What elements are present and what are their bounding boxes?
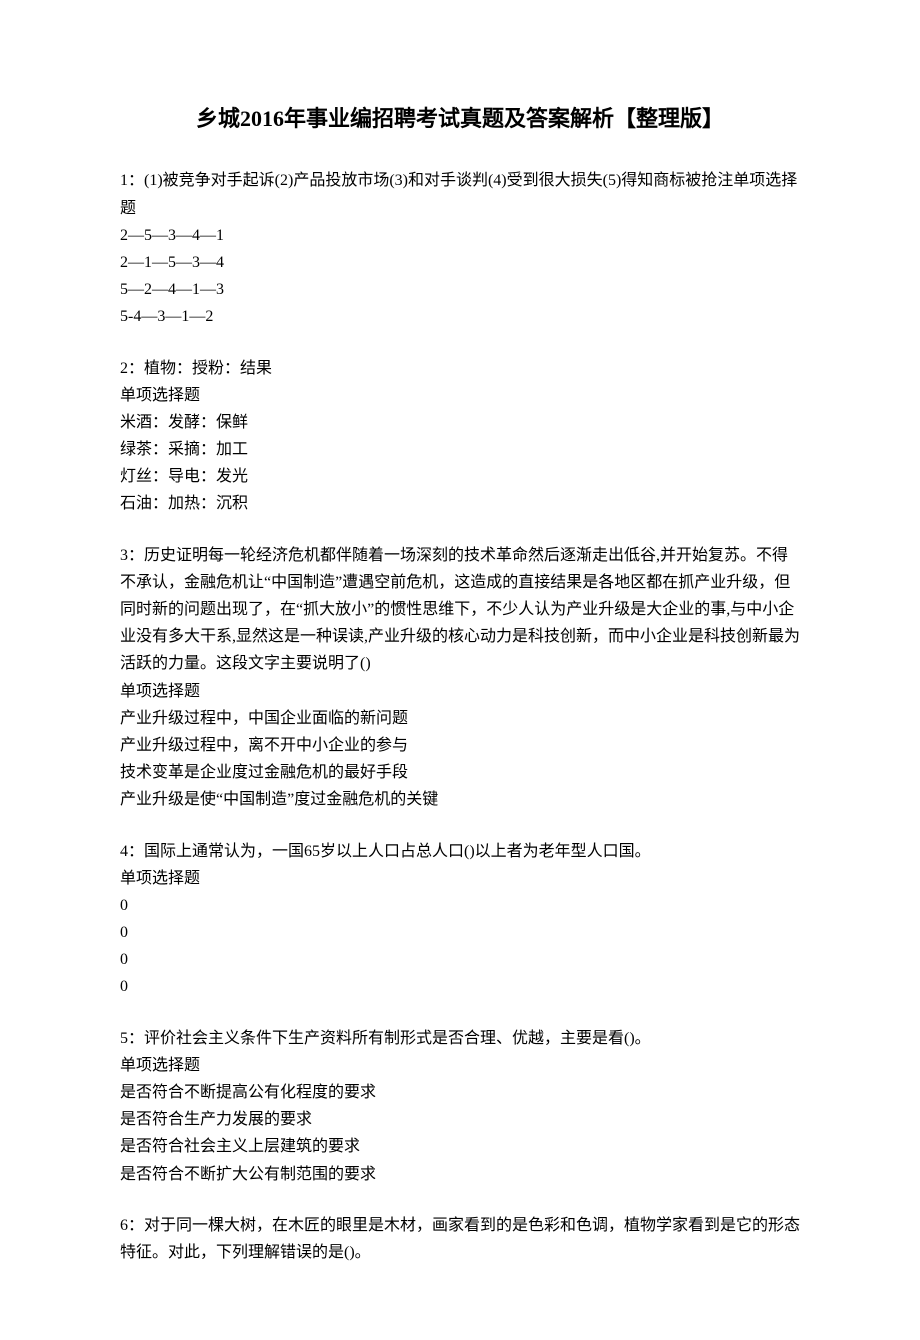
question-stem: 1：(1)被竞争对手起诉(2)产品投放市场(3)和对手谈判(4)受到很大损失(5… bbox=[120, 167, 800, 221]
question-1: 1：(1)被竞争对手起诉(2)产品投放市场(3)和对手谈判(4)受到很大损失(5… bbox=[120, 167, 800, 330]
question-option: 产业升级过程中，中国企业面临的新问题 bbox=[120, 705, 800, 732]
question-option: 灯丝：导电：发光 bbox=[120, 463, 800, 490]
question-option: 绿茶：采摘：加工 bbox=[120, 436, 800, 463]
question-3: 3：历史证明每一轮经济危机都伴随着一场深刻的技术革命然后逐渐走出低谷,并开始复苏… bbox=[120, 542, 800, 814]
question-option: 0 bbox=[120, 946, 800, 973]
question-option: 石油：加热：沉积 bbox=[120, 490, 800, 517]
question-option: 技术变革是企业度过金融危机的最好手段 bbox=[120, 759, 800, 786]
question-option: 是否符合不断扩大公有制范围的要求 bbox=[120, 1161, 800, 1188]
question-stem: 4：国际上通常认为，一国65岁以上人口占总人口()以上者为老年型人口国。 bbox=[120, 838, 800, 865]
question-option: 2—1—5—3—4 bbox=[120, 249, 800, 276]
question-type: 单项选择题 bbox=[120, 678, 800, 705]
question-option: 是否符合不断提高公有化程度的要求 bbox=[120, 1079, 800, 1106]
question-stem: 6：对于同一棵大树，在木匠的眼里是木材，画家看到的是色彩和色调，植物学家看到是它… bbox=[120, 1212, 800, 1266]
question-option: 2—5—3—4—1 bbox=[120, 222, 800, 249]
question-6: 6：对于同一棵大树，在木匠的眼里是木材，画家看到的是色彩和色调，植物学家看到是它… bbox=[120, 1212, 800, 1266]
question-2: 2：植物：授粉：结果 单项选择题 米酒：发酵：保鲜 绿茶：采摘：加工 灯丝：导电… bbox=[120, 355, 800, 518]
question-type: 单项选择题 bbox=[120, 1052, 800, 1079]
question-type: 单项选择题 bbox=[120, 382, 800, 409]
question-option: 0 bbox=[120, 892, 800, 919]
question-option: 0 bbox=[120, 973, 800, 1000]
question-option: 是否符合社会主义上层建筑的要求 bbox=[120, 1133, 800, 1160]
question-5: 5：评价社会主义条件下生产资料所有制形式是否合理、优越，主要是看()。 单项选择… bbox=[120, 1025, 800, 1188]
question-option: 产业升级过程中，离不开中小企业的参与 bbox=[120, 732, 800, 759]
question-stem: 5：评价社会主义条件下生产资料所有制形式是否合理、优越，主要是看()。 bbox=[120, 1025, 800, 1052]
question-stem: 2：植物：授粉：结果 bbox=[120, 355, 800, 382]
document-title: 乡城2016年事业编招聘考试真题及答案解析【整理版】 bbox=[120, 100, 800, 137]
question-4: 4：国际上通常认为，一国65岁以上人口占总人口()以上者为老年型人口国。 单项选… bbox=[120, 838, 800, 1001]
question-option: 0 bbox=[120, 919, 800, 946]
question-option: 是否符合生产力发展的要求 bbox=[120, 1106, 800, 1133]
question-option: 5—2—4—1—3 bbox=[120, 276, 800, 303]
question-option: 5-4—3—1—2 bbox=[120, 303, 800, 330]
question-type: 单项选择题 bbox=[120, 865, 800, 892]
question-option: 产业升级是使“中国制造”度过金融危机的关键 bbox=[120, 786, 800, 813]
question-stem: 3：历史证明每一轮经济危机都伴随着一场深刻的技术革命然后逐渐走出低谷,并开始复苏… bbox=[120, 542, 800, 678]
question-option: 米酒：发酵：保鲜 bbox=[120, 409, 800, 436]
